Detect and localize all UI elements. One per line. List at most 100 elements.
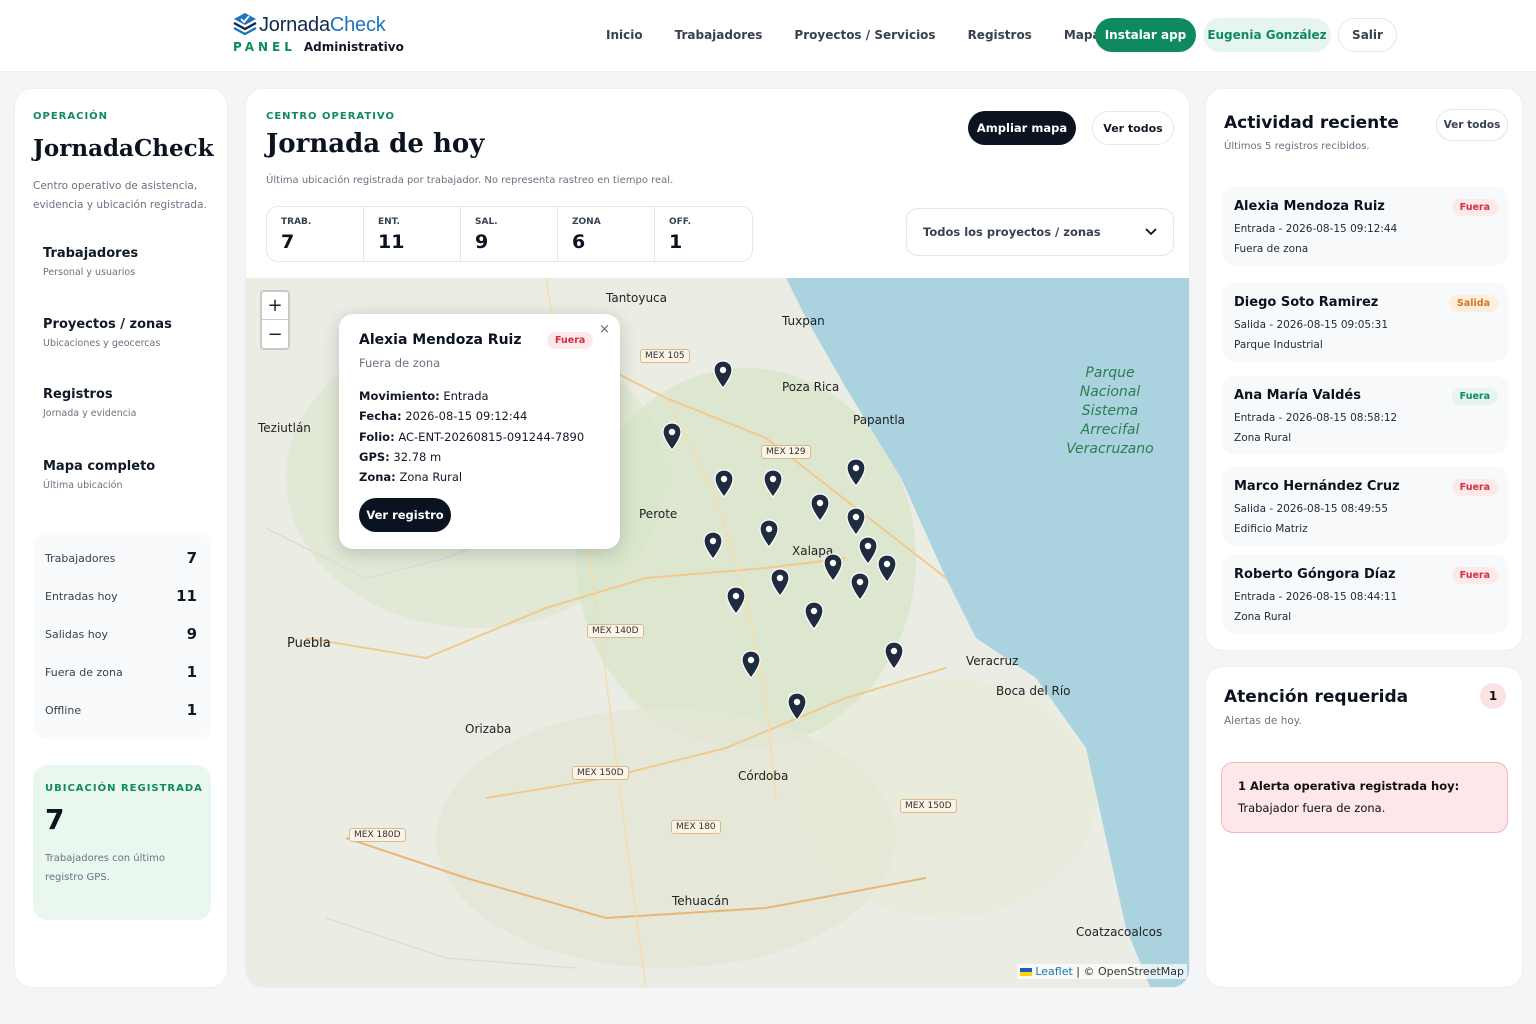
install-app-button[interactable]: Instalar app <box>1095 18 1196 52</box>
map-marker-icon[interactable] <box>703 531 723 561</box>
counter-value: 9 <box>475 231 489 253</box>
place-label: Tuxpan <box>782 314 825 328</box>
sidebar-item-mapa[interactable]: Mapa completo Última ubicación <box>43 459 155 491</box>
logo[interactable]: JornadaCheck PANEL Administrativo <box>233 12 404 54</box>
counter-value: 1 <box>669 231 683 253</box>
map-marker-icon[interactable] <box>714 469 734 499</box>
map-marker-icon[interactable] <box>759 519 779 549</box>
activity-item[interactable]: Diego Soto Ramirez Salida Salida - 2026-… <box>1222 283 1508 361</box>
sidebar-item-trabajadores[interactable]: Trabajadores Personal y usuarios <box>43 246 138 278</box>
sidebar-item-subtitle: Última ubicación <box>43 480 123 491</box>
location-summary: UBICACIÓN REGISTRADA 7 Trabajadores con … <box>33 765 211 920</box>
map-marker-icon[interactable] <box>770 568 790 598</box>
map-marker-icon[interactable] <box>846 507 866 537</box>
place-label: Papantla <box>853 413 906 427</box>
top-bar: JornadaCheck PANEL Administrativo Inicio… <box>0 0 1536 72</box>
place-label: Teziutlán <box>258 421 311 435</box>
recent-activity-card: Actividad reciente Últimos 5 registros r… <box>1205 88 1523 651</box>
activity-worker: Diego Soto Ramirez <box>1234 295 1379 310</box>
place-label: Coatzacoalcos <box>1076 925 1163 939</box>
counter-sal: SAL. 9 <box>461 207 558 261</box>
activity-item[interactable]: Alexia Mendoza Ruiz Fuera Entrada - 2026… <box>1222 187 1508 265</box>
activity-place: Zona Rural <box>1234 611 1292 623</box>
map-marker-icon[interactable] <box>804 601 824 631</box>
view-all-button[interactable]: Ver todos <box>1092 111 1174 145</box>
leaflet-link[interactable]: Leaflet <box>1035 965 1072 978</box>
stat-salidas: Salidas hoy 9 <box>45 625 197 643</box>
sidebar-item-subtitle: Jornada y evidencia <box>43 408 137 419</box>
map-marker-icon[interactable] <box>858 536 878 566</box>
place-label: Poza Rica <box>782 380 840 394</box>
page-title: Jornada de hoy <box>266 129 485 159</box>
user-button[interactable]: Eugenia González <box>1203 18 1331 52</box>
stat-label: Fuera de zona <box>45 665 123 679</box>
stat-value: 1 <box>186 701 197 719</box>
attention-card: Atención requerida Alertas de hoy. 1 1 A… <box>1205 666 1523 988</box>
sidebar-item-registros[interactable]: Registros Jornada y evidencia <box>43 387 136 419</box>
road-label: MEX 150D <box>572 766 629 780</box>
activity-place: Parque Industrial <box>1234 339 1323 351</box>
location-text: Trabajadores con último registro GPS. <box>45 853 165 883</box>
map-marker-icon[interactable] <box>787 692 807 722</box>
activity-item[interactable]: Ana María Valdés Fuera Entrada - 2026-08… <box>1222 376 1508 454</box>
status-badge: Fuera <box>1451 479 1498 496</box>
map-marker-icon[interactable] <box>884 641 904 671</box>
counter-ent: ENT. 11 <box>364 207 461 261</box>
place-label: Córdoba <box>738 769 789 783</box>
road-label: MEX 105 <box>640 349 690 363</box>
map-marker-icon[interactable] <box>877 554 897 584</box>
chevron-down-icon <box>1145 228 1157 236</box>
sidebar-item-subtitle: Ubicaciones y geocercas <box>43 338 161 349</box>
map-marker-icon[interactable] <box>741 650 761 680</box>
activity-worker: Ana María Valdés <box>1234 388 1361 403</box>
map-marker-icon[interactable] <box>850 572 870 602</box>
alert-box[interactable]: 1 Alerta operativa registrada hoy: Traba… <box>1221 762 1508 833</box>
map-marker-icon[interactable] <box>810 493 830 523</box>
counter-label: ZONA <box>572 217 601 227</box>
nav-proyectos[interactable]: Proyectos / Servicios <box>778 28 951 42</box>
map-marker-icon[interactable] <box>823 553 843 583</box>
flag-icon <box>1019 968 1032 976</box>
logout-button[interactable]: Salir <box>1338 18 1397 52</box>
sidebar-item-title: Trabajadores <box>43 246 139 261</box>
map-marker-icon[interactable] <box>662 422 682 452</box>
nav-registros[interactable]: Registros <box>952 28 1048 42</box>
close-icon[interactable]: × <box>599 322 610 337</box>
map-marker-icon[interactable] <box>763 469 783 499</box>
project-filter-select[interactable]: Todos los proyectos / zonas <box>906 208 1174 256</box>
sidebar-item-title: Mapa completo <box>43 459 156 474</box>
activity-movement: Salida - 2026-08-15 08:49:55 <box>1234 503 1389 515</box>
location-kicker: UBICACIÓN REGISTRADA <box>45 783 203 794</box>
popup-details: Movimiento: Entrada Fecha: 2026-08-15 09… <box>359 386 584 487</box>
nav-inicio[interactable]: Inicio <box>590 28 659 42</box>
activity-item[interactable]: Marco Hernández Cruz Fuera Salida - 2026… <box>1222 467 1508 545</box>
popup-status-badge: Fuera <box>547 332 594 349</box>
logo-icon <box>233 13 257 36</box>
counter-label: OFF. <box>669 217 692 227</box>
map-marker-icon[interactable] <box>726 586 746 616</box>
activity-item[interactable]: Roberto Góngora Díaz Fuera Entrada - 202… <box>1222 555 1508 633</box>
attention-subtitle: Alertas de hoy. <box>1224 715 1302 727</box>
place-label: Tantoyuca <box>606 291 668 305</box>
expand-map-button[interactable]: Ampliar mapa <box>968 111 1076 145</box>
view-record-button[interactable]: Ver registro <box>359 498 451 532</box>
map-marker-icon[interactable] <box>846 458 866 488</box>
location-count: 7 <box>45 803 65 836</box>
map-marker-icon[interactable] <box>713 360 733 390</box>
map-view[interactable]: Tantoyuca Tuxpan Poza Rica Papantla Tezi… <box>246 278 1189 987</box>
sidebar-item-proyectos[interactable]: Proyectos / zonas Ubicaciones y geocerca… <box>43 317 172 349</box>
place-label: Perote <box>639 507 678 521</box>
nav-trabajadores[interactable]: Trabajadores <box>659 28 779 42</box>
zoom-in-button[interactable]: + <box>262 292 288 320</box>
activity-view-all-button[interactable]: Ver todos <box>1436 109 1508 141</box>
activity-title: Actividad reciente <box>1224 113 1399 133</box>
activity-worker: Marco Hernández Cruz <box>1234 479 1400 494</box>
activity-movement: Entrada - 2026-08-15 08:58:12 <box>1234 412 1398 424</box>
zoom-out-button[interactable]: − <box>262 320 288 348</box>
activity-movement: Salida - 2026-08-15 09:05:31 <box>1234 319 1389 331</box>
main-panel: CENTRO OPERATIVO Jornada de hoy Última u… <box>245 88 1190 988</box>
page-subtitle: Última ubicación registrada por trabajad… <box>266 175 674 186</box>
status-badge: Fuera <box>1451 567 1498 584</box>
popup-zone-status: Fuera de zona <box>359 356 441 370</box>
popup-worker-name: Alexia Mendoza Ruiz <box>359 332 522 348</box>
